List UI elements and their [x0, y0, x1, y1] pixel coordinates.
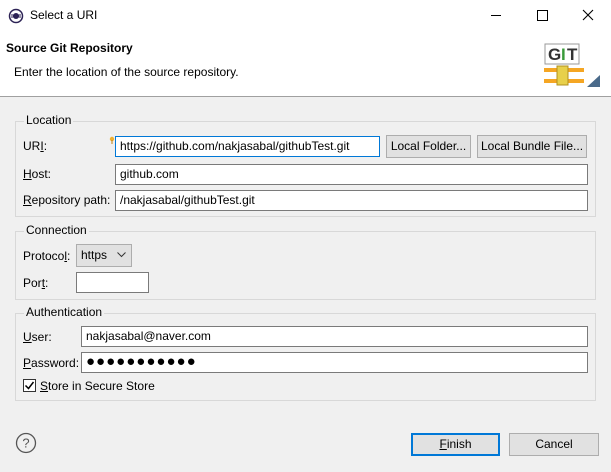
- port-input[interactable]: [76, 272, 149, 293]
- svg-text:T: T: [567, 45, 578, 64]
- minimize-icon: [491, 15, 501, 16]
- git-logo-icon: G I T: [544, 43, 600, 87]
- local-bundle-file-button[interactable]: Local Bundle File...: [477, 135, 587, 158]
- banner-title: Source Git Repository: [6, 41, 133, 55]
- title-bar: Select a URI: [0, 0, 611, 31]
- repository-path-label: Repository path:: [23, 193, 111, 207]
- maximize-button[interactable]: [519, 0, 565, 31]
- store-secure-label[interactable]: Store in Secure Store: [40, 379, 155, 393]
- port-label: Port:: [23, 276, 49, 290]
- protocol-label: Protocol:: [23, 249, 71, 263]
- cancel-button[interactable]: Cancel: [509, 433, 599, 456]
- host-input[interactable]: github.com: [115, 164, 588, 185]
- checkmark-icon: [24, 381, 35, 390]
- local-folder-button[interactable]: Local Folder...: [386, 135, 471, 158]
- protocol-select[interactable]: https: [76, 244, 132, 267]
- location-group-title: Location: [24, 113, 74, 127]
- eclipse-app-icon: [8, 8, 24, 24]
- protocol-selected-value: https: [81, 248, 108, 262]
- password-label: Password:: [23, 356, 80, 370]
- uri-label: URI:: [23, 139, 48, 153]
- repository-path-input[interactable]: /nakjasabal/githubTest.git: [115, 190, 588, 211]
- maximize-icon: [537, 10, 548, 21]
- chevron-down-icon: [117, 252, 126, 258]
- help-icon[interactable]: ?: [15, 432, 37, 454]
- user-label: User:: [23, 330, 52, 344]
- banner-message: Enter the location of the source reposit…: [14, 65, 239, 79]
- close-button[interactable]: [565, 0, 611, 31]
- wizard-banner: Source Git Repository Enter the location…: [0, 31, 611, 97]
- finish-button[interactable]: Finish: [411, 433, 500, 456]
- window-title: Select a URI: [30, 8, 98, 22]
- host-label: Host:: [23, 167, 52, 181]
- svg-text:?: ?: [22, 436, 29, 451]
- user-input[interactable]: nakjasabal@naver.com: [81, 326, 588, 347]
- authentication-group-title: Authentication: [24, 305, 105, 319]
- password-input[interactable]: ●●●●●●●●●●●: [81, 352, 588, 373]
- svg-text:I: I: [561, 45, 566, 64]
- minimize-button[interactable]: [473, 0, 519, 31]
- connection-group-title: Connection: [24, 223, 89, 237]
- store-secure-checkbox[interactable]: [23, 379, 36, 392]
- svg-text:G: G: [548, 45, 561, 64]
- uri-input[interactable]: https://github.com/nakjasabal/githubTest…: [115, 136, 380, 157]
- close-icon: [582, 9, 594, 21]
